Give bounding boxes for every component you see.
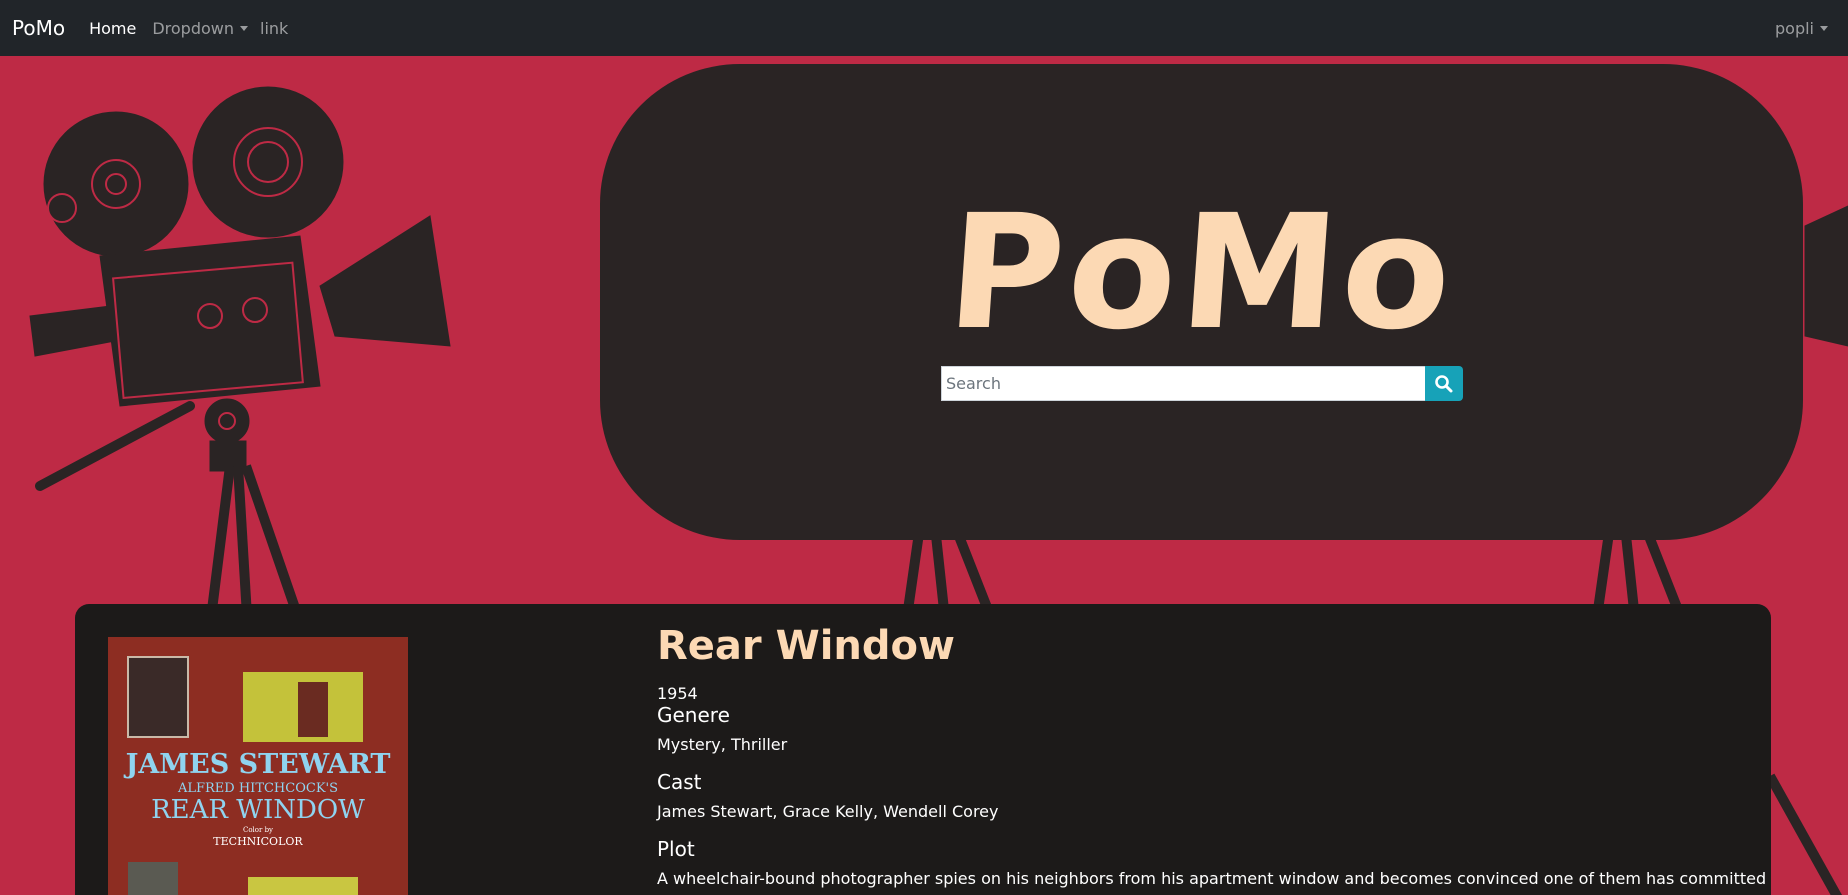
navbar-brand[interactable]: PoMo (12, 16, 65, 40)
poster-text-star: JAMES STEWART (125, 749, 391, 780)
search-button[interactable] (1425, 366, 1463, 401)
cast-value: James Stewart, Grace Kelly, Wendell Core… (657, 802, 999, 821)
poster-text-color-by: Color by (242, 826, 274, 834)
search-form (941, 366, 1463, 401)
movie-year: 1954 (657, 684, 698, 703)
search-icon (1435, 374, 1453, 392)
hero-logo-title: PoMo (942, 181, 1461, 365)
movie-title: Rear Window (657, 623, 955, 669)
genre-label: Genere (657, 703, 730, 727)
user-name: popli (1775, 18, 1814, 38)
movie-info: Rear Window 1954 Genere Mystery, Thrille… (657, 622, 1767, 888)
chevron-down-icon (240, 25, 248, 31)
poster-text-title: REAR WINDOW (151, 795, 365, 825)
nav-home-link[interactable]: Home (89, 19, 136, 38)
plot-label: Plot (657, 837, 695, 861)
search-input[interactable] (941, 366, 1425, 401)
nav-dropdown[interactable]: Dropdown (152, 19, 248, 38)
movie-poster: JAMES STEWART ALFRED HITCHCOCK'S REAR WI… (108, 637, 408, 895)
top-navbar: PoMo Home Dropdown link popli (0, 0, 1848, 56)
nav-link[interactable]: link (260, 19, 288, 38)
movie-card: JAMES STEWART ALFRED HITCHCOCK'S REAR WI… (75, 604, 1771, 895)
user-dropdown[interactable]: popli (1775, 19, 1828, 38)
chevron-down-icon (1820, 25, 1828, 31)
genre-value: Mystery, Thriller (657, 735, 788, 754)
poster-text-director: ALFRED HITCHCOCK'S (177, 781, 339, 796)
poster-text-technicolor: TECHNICOLOR (213, 835, 303, 848)
plot-value: A wheelchair-bound photographer spies on… (657, 869, 1767, 888)
cast-label: Cast (657, 770, 702, 794)
hero-panel: PoMo (600, 64, 1803, 540)
nav-dropdown-label: Dropdown (152, 18, 234, 38)
